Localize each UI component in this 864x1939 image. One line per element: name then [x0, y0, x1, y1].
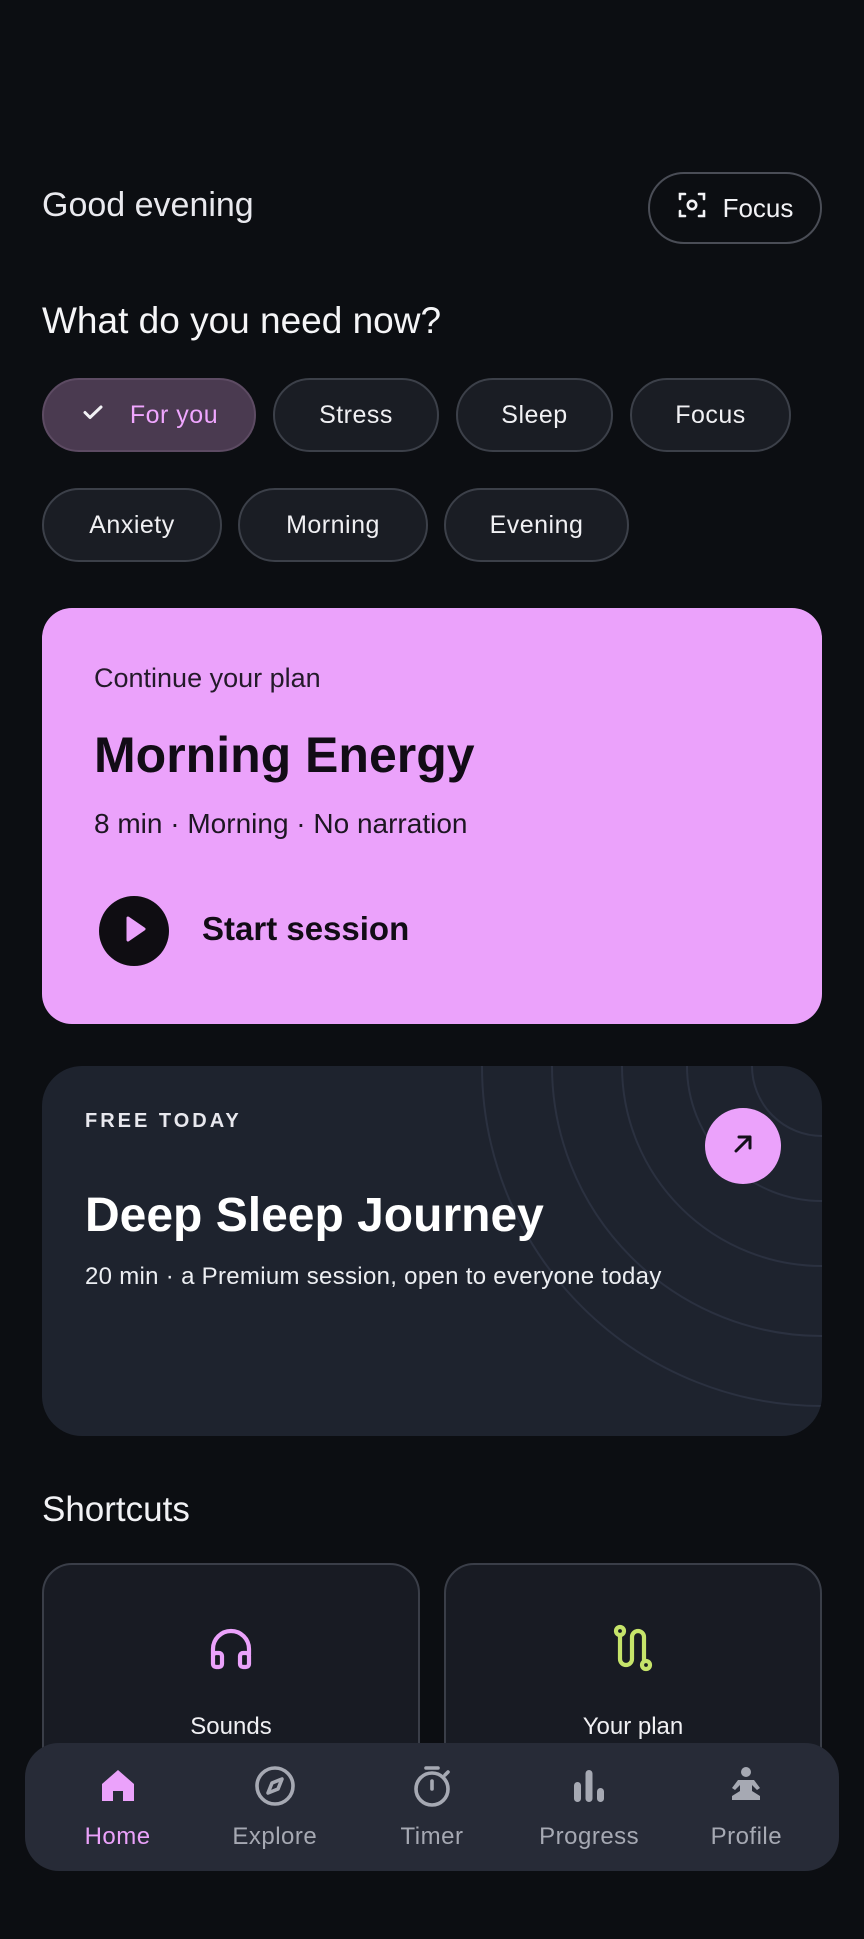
chip-anxiety[interactable]: Anxiety: [42, 488, 222, 562]
compass-icon: [253, 1764, 297, 1813]
headphones-icon: [206, 1623, 256, 1673]
chip-label: Stress: [319, 400, 393, 429]
focus-frame-icon: [677, 190, 707, 227]
nav-explore[interactable]: Explore: [200, 1764, 350, 1851]
shortcuts-heading: Shortcuts: [42, 1490, 190, 1529]
chip-focus[interactable]: Focus: [630, 378, 791, 452]
chip-label: For you: [129, 400, 219, 429]
home-icon: [96, 1764, 140, 1813]
chip-label: Evening: [489, 510, 584, 539]
chip-evening[interactable]: Evening: [444, 488, 629, 562]
free-session-title: Deep Sleep Journey: [85, 1189, 544, 1242]
nav-label: Explore: [232, 1822, 318, 1850]
free-session-meta: 20 min · a Premium session, open to ever…: [85, 1263, 662, 1290]
bottom-navigation: Home Explore Timer Progress Profile: [25, 1743, 839, 1871]
shortcut-label: Your plan: [582, 1713, 684, 1740]
open-session-button[interactable]: [705, 1108, 781, 1184]
start-session-button[interactable]: Start session: [202, 910, 409, 948]
nav-profile[interactable]: Profile: [671, 1764, 821, 1851]
greeting-text: Good evening: [42, 186, 254, 224]
nav-label: Timer: [400, 1822, 464, 1850]
free-today-label: FREE TODAY: [85, 1110, 242, 1132]
chip-label: Morning: [286, 510, 380, 539]
nav-progress[interactable]: Progress: [514, 1764, 664, 1851]
section-question: What do you need now?: [42, 300, 442, 341]
free-today-card[interactable]: FREE TODAY Deep Sleep Journey 20 min · a…: [42, 1066, 822, 1436]
nav-label: Progress: [539, 1822, 640, 1850]
chip-label: Anxiety: [89, 510, 175, 539]
nav-label: Home: [84, 1822, 151, 1850]
plan-kicker: Continue your plan: [94, 663, 321, 693]
nav-timer[interactable]: Timer: [357, 1764, 507, 1851]
chip-label: Sleep: [501, 400, 568, 429]
chip-morning[interactable]: Morning: [238, 488, 428, 562]
nav-home[interactable]: Home: [43, 1764, 193, 1851]
home-screen: Good evening Focus What do you need now?…: [0, 0, 864, 1939]
plan-meta: 8 min · Morning · No narration: [94, 808, 468, 839]
chip-label: Focus: [675, 400, 746, 429]
chip-sleep[interactable]: Sleep: [456, 378, 613, 452]
continue-plan-card[interactable]: Continue your plan Morning Energy 8 min …: [42, 608, 822, 1024]
bar-chart-icon: [567, 1764, 611, 1813]
plan-title: Morning Energy: [94, 727, 475, 783]
meditation-person-icon: [724, 1764, 768, 1813]
route-icon: [608, 1623, 658, 1673]
timer-icon: [410, 1764, 454, 1813]
focus-button-label: Focus: [722, 192, 794, 223]
play-button[interactable]: [99, 896, 169, 966]
chip-stress[interactable]: Stress: [273, 378, 439, 452]
chip-for-you[interactable]: For you: [42, 378, 256, 452]
check-icon: [80, 399, 106, 432]
shortcut-label: Sounds: [190, 1713, 272, 1740]
focus-mode-button[interactable]: Focus: [648, 172, 822, 244]
arrow-up-right-icon: [729, 1130, 757, 1163]
nav-label: Profile: [710, 1822, 783, 1850]
play-icon: [120, 914, 148, 949]
